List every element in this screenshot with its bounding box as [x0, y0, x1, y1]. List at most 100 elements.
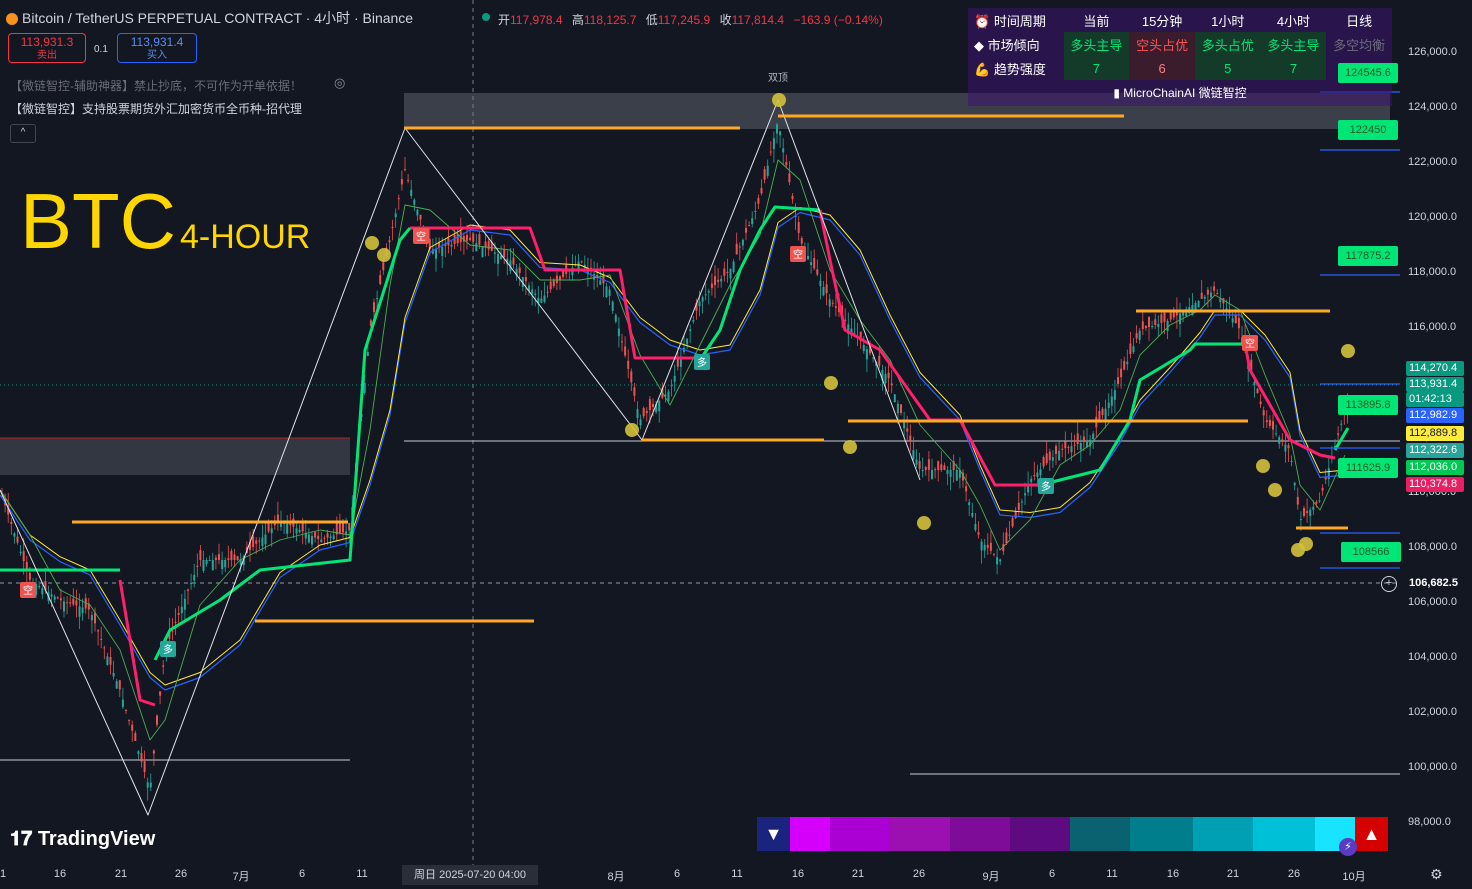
candle [1061, 448, 1064, 450]
candle [531, 289, 534, 294]
candle [906, 428, 909, 432]
candle [1011, 517, 1014, 527]
candle [559, 276, 561, 280]
candle [121, 699, 124, 707]
candle [366, 352, 369, 356]
candle [974, 523, 977, 530]
price-tag: 112,889.8 [1406, 426, 1464, 441]
candle [608, 289, 611, 296]
candle [912, 450, 915, 460]
time-tick-label: 21 [114, 868, 128, 880]
candle [1231, 318, 1234, 323]
candle [450, 244, 453, 247]
candle [704, 294, 707, 296]
candle [652, 403, 654, 407]
time-tick-label: 7月 [232, 871, 250, 883]
time-tick-label: 16 [791, 868, 805, 880]
table-footer: ▮ MicroChainAI 微链智控 [1113, 85, 1247, 100]
price-tick-label: 126,000.0 [1408, 46, 1457, 58]
candle [785, 161, 788, 166]
candle [534, 293, 537, 295]
candle [205, 560, 208, 564]
candle [865, 349, 868, 360]
down-arrow-icon: ▼ [757, 817, 790, 851]
settings-icon[interactable]: ⚙ [1430, 866, 1443, 883]
signal-dot [917, 516, 931, 530]
candle [1160, 314, 1163, 323]
price-tick-label: 98,000.0 [1408, 816, 1451, 828]
candle [56, 597, 59, 599]
candle [707, 291, 710, 293]
short-signal-badge-text: 空 [793, 248, 803, 261]
candle [1058, 450, 1061, 461]
candle [407, 179, 410, 181]
candle [648, 399, 651, 411]
time-tick-label: 9月 [982, 871, 1000, 883]
symbol-title[interactable]: Bitcoin / TetherUS PERPETUAL CONTRACT · … [6, 8, 413, 28]
candle [1272, 421, 1274, 430]
candle [373, 302, 375, 312]
candle [115, 681, 118, 689]
candle [524, 277, 527, 282]
table-header-period: ⏰ 时间周期 [974, 13, 1046, 29]
candle [1265, 420, 1268, 423]
candle [1197, 300, 1200, 308]
time-tick-label: 8月 [607, 871, 625, 883]
candle [410, 189, 413, 197]
candle [394, 213, 397, 218]
candle [1033, 475, 1036, 477]
candle [996, 557, 999, 565]
price-chart[interactable]: 空空空空多多多双顶 [0, 0, 1400, 865]
candle [937, 461, 940, 470]
tradingview-icon: 𝟏𝟕 [10, 828, 33, 850]
hide-indicator-icon[interactable]: ◎ [334, 75, 345, 91]
table-row-label: ◆ 市场倾向 [974, 37, 1040, 53]
candle [1293, 482, 1296, 486]
add-alert-icon[interactable]: + [1381, 576, 1397, 592]
candle [1151, 325, 1154, 327]
candle [28, 572, 31, 580]
candle [1312, 506, 1315, 510]
candle [75, 600, 78, 606]
candle [924, 467, 927, 470]
candle [382, 262, 385, 271]
stop-up-line [1333, 427, 1350, 451]
candle [125, 709, 127, 711]
candle [614, 315, 617, 322]
buy-button[interactable]: 113,931.4 买入 [117, 33, 197, 63]
candle [202, 560, 205, 571]
candle [617, 328, 620, 337]
collapse-legend-button[interactable]: ^ [10, 124, 36, 143]
candle [1154, 319, 1157, 325]
up-arrow-icon: ▲ [1355, 817, 1388, 851]
indicator-note-agent: 【微链智控】支持股票期货外汇加密货币全币种-招代理 [10, 102, 302, 116]
stop-down-line [118, 579, 156, 707]
candle [1213, 286, 1216, 291]
candle [227, 558, 230, 560]
price-tick-label: 104,000.0 [1408, 651, 1457, 663]
candle [918, 461, 921, 469]
candle [472, 233, 475, 242]
candle [419, 214, 422, 220]
candle [214, 557, 217, 560]
candle [503, 248, 506, 258]
price-tick-label: 116,000.0 [1408, 321, 1457, 333]
candle [769, 151, 772, 153]
level-tag: 111625.9 [1338, 458, 1398, 478]
signal-dot [625, 423, 639, 437]
candle [782, 148, 785, 153]
table-cell: 5 [1194, 56, 1261, 80]
candle [307, 534, 310, 543]
candle [1120, 368, 1123, 378]
candle [893, 394, 896, 403]
candle [667, 391, 670, 401]
short-signal-badge-text: 空 [1245, 337, 1255, 350]
candle [1045, 453, 1048, 464]
candle [180, 606, 183, 614]
candle [980, 541, 983, 551]
candle [1169, 312, 1172, 320]
table-cell: 多头主导 [1260, 32, 1327, 56]
candle [1234, 314, 1237, 324]
candle [1157, 323, 1160, 327]
sell-button[interactable]: 113,931.3 卖出 [8, 33, 86, 63]
